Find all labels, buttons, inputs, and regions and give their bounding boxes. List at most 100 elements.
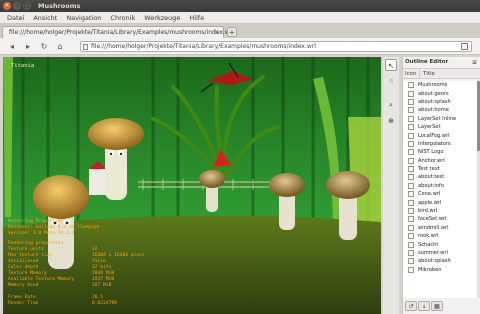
outline-item-label: about:geors <box>418 90 449 97</box>
zoom-selection-icon[interactable]: ⊕ <box>385 115 397 127</box>
tab-mushrooms[interactable]: file:///home/holger/Projekte/Titania/Lib… <box>2 26 234 38</box>
outline-item-label: Interpolators <box>418 140 451 147</box>
outline-item[interactable]: NIST Logo <box>403 148 478 156</box>
outline-item-label: LayerSet Inline <box>418 115 457 122</box>
menu-chronik[interactable]: Chronik <box>110 14 135 22</box>
hud-frame-rate: Frame Rate 26.5 <box>8 295 104 300</box>
node-icon <box>408 90 414 97</box>
location-menu-icon[interactable] <box>461 43 468 50</box>
outline-item[interactable]: Test text <box>403 165 478 173</box>
hud-row: Color depth 32 bits <box>8 265 112 270</box>
outline-item-label: Test text <box>418 166 440 173</box>
outline-item[interactable]: Mushrooms <box>403 81 478 89</box>
node-icon <box>408 82 414 89</box>
outline-item-label: LayerSet <box>418 124 441 131</box>
refresh-button[interactable]: ↺ <box>405 301 417 311</box>
outline-item[interactable]: LayerSet <box>403 123 478 131</box>
outline-item-label: about:test <box>418 174 445 181</box>
outline-item-label: windmill.wrl <box>418 224 449 231</box>
node-icon <box>408 157 414 164</box>
expand-button[interactable]: ⇣ <box>418 301 430 311</box>
menu-ansicht[interactable]: Ansicht <box>33 14 57 22</box>
outline-item[interactable]: rook.wrl <box>403 232 478 240</box>
back-button[interactable]: ◂ <box>6 41 18 52</box>
home-button[interactable]: ⌂ <box>54 41 66 52</box>
panel-menu-icon[interactable]: ≡ <box>472 57 477 68</box>
menu-navigation[interactable]: Navigation <box>66 14 101 22</box>
menu-datei[interactable]: Datei <box>7 14 24 22</box>
outline-item[interactable]: apple.wrl <box>403 198 478 206</box>
outline-item-label: faceSet.wrl <box>418 216 447 223</box>
outline-item-label: about:home <box>418 107 449 114</box>
node-icon <box>408 266 414 273</box>
hand-icon[interactable]: ☝ <box>385 75 397 87</box>
forward-button[interactable]: ▸ <box>22 41 34 52</box>
outline-item-label: Cone.wrl <box>418 191 441 198</box>
node-icon <box>408 208 414 215</box>
node-icon <box>408 174 414 181</box>
viewer-toolbar: ↖ ☝ ⌕ ⊕ <box>383 57 399 314</box>
hud-version-line: Renderer: Gallium 0.4 on llvmpipe <box>8 225 100 230</box>
node-icon <box>408 191 414 198</box>
outline-item[interactable]: faceSet.wrl <box>403 215 478 223</box>
outline-item[interactable]: about:geors <box>403 89 478 97</box>
outline-item[interactable]: Schacht <box>403 240 478 248</box>
outline-item[interactable]: about:splash <box>403 257 478 265</box>
outline-item[interactable]: Cone.wrl <box>403 190 478 198</box>
node-icon <box>408 199 414 206</box>
outline-item[interactable]: about:home <box>403 106 478 114</box>
outline-item[interactable]: Interpolators <box>403 140 478 148</box>
zoom-icon[interactable]: ⌕ <box>385 99 397 111</box>
node-icon <box>408 241 414 248</box>
minimize-window-button[interactable]: – <box>13 2 21 10</box>
hud-renderer-line: Rendering Properties <box>8 219 64 224</box>
outline-item-label: Schacht <box>418 241 439 248</box>
location-bar[interactable]: file:///home/holger/Projekte/Titania/Lib… <box>80 41 472 52</box>
window-controls: × – □ <box>3 2 31 10</box>
maximize-window-button[interactable]: □ <box>23 2 31 10</box>
hud-row: Texture Memory 2048 MiB <box>8 271 115 276</box>
node-icon <box>408 182 414 189</box>
outline-item[interactable]: LayerSet Inline <box>403 115 478 123</box>
close-tab-icon[interactable]: × <box>214 27 219 38</box>
outline-item[interactable]: LocalFog.wrl <box>403 131 478 139</box>
file-icon <box>83 44 88 50</box>
outline-item[interactable]: about:splash <box>403 98 478 106</box>
location-text: file:///home/holger/Projekte/Titania/Lib… <box>91 43 316 50</box>
hud-row: Antialiased false <box>8 259 106 264</box>
outline-item-label: NIST Logo <box>418 149 444 156</box>
navigation-toolbar: ◂ ▸ ↻ ⌂ file:///home/holger/Projekte/Tit… <box>0 38 480 55</box>
outline-item[interactable]: windmill.wrl <box>403 224 478 232</box>
outline-item[interactable]: summer.wrl <box>403 249 478 257</box>
menu-werkzeuge[interactable]: Werkzeuge <box>144 14 180 22</box>
outline-item[interactable]: about:test <box>403 173 478 181</box>
outline-item[interactable]: Anchor.wrl <box>403 157 478 165</box>
node-icon <box>408 233 414 240</box>
node-icon <box>408 258 414 265</box>
outline-item-label: about:splash <box>418 98 451 105</box>
node-icon <box>408 166 414 173</box>
reload-button[interactable]: ↻ <box>38 41 50 52</box>
outline-item-label: Mushrooms <box>418 82 448 89</box>
layout-button[interactable]: ▦ <box>431 301 443 311</box>
hud-render-time: Render Time 0.0224789 <box>8 301 117 306</box>
node-icon <box>408 224 414 231</box>
new-tab-button[interactable]: + <box>227 27 237 37</box>
outline-item[interactable]: Mikroben <box>403 266 478 274</box>
outline-item[interactable]: about:info <box>403 182 478 190</box>
hud-row: Rendering properties <box>8 241 64 246</box>
outline-item-label: rook.wrl <box>418 233 439 240</box>
column-icon-header[interactable]: Icon <box>403 69 420 78</box>
node-icon <box>408 132 414 139</box>
menu-hilfe[interactable]: Hilfe <box>189 14 204 22</box>
outline-item[interactable]: bird.wrl <box>403 207 478 215</box>
close-window-button[interactable]: × <box>3 2 11 10</box>
outline-bottom-toolbar: ↺ ⇣ ▦ <box>403 299 480 314</box>
x3d-viewport[interactable]: Titania Rendering Properties Renderer: G… <box>3 57 381 314</box>
outline-item-label: LocalFog.wrl <box>418 132 450 139</box>
outline-list[interactable]: Mushrooms about:geors about:splash about:ho… <box>403 81 478 298</box>
tab-label: file:///home/holger/Projekte/Titania/Lib… <box>9 29 234 36</box>
pointer-icon[interactable]: ↖ <box>385 59 397 71</box>
column-title-header[interactable]: Title <box>420 69 480 78</box>
outline-item-label: about:splash <box>418 258 451 265</box>
